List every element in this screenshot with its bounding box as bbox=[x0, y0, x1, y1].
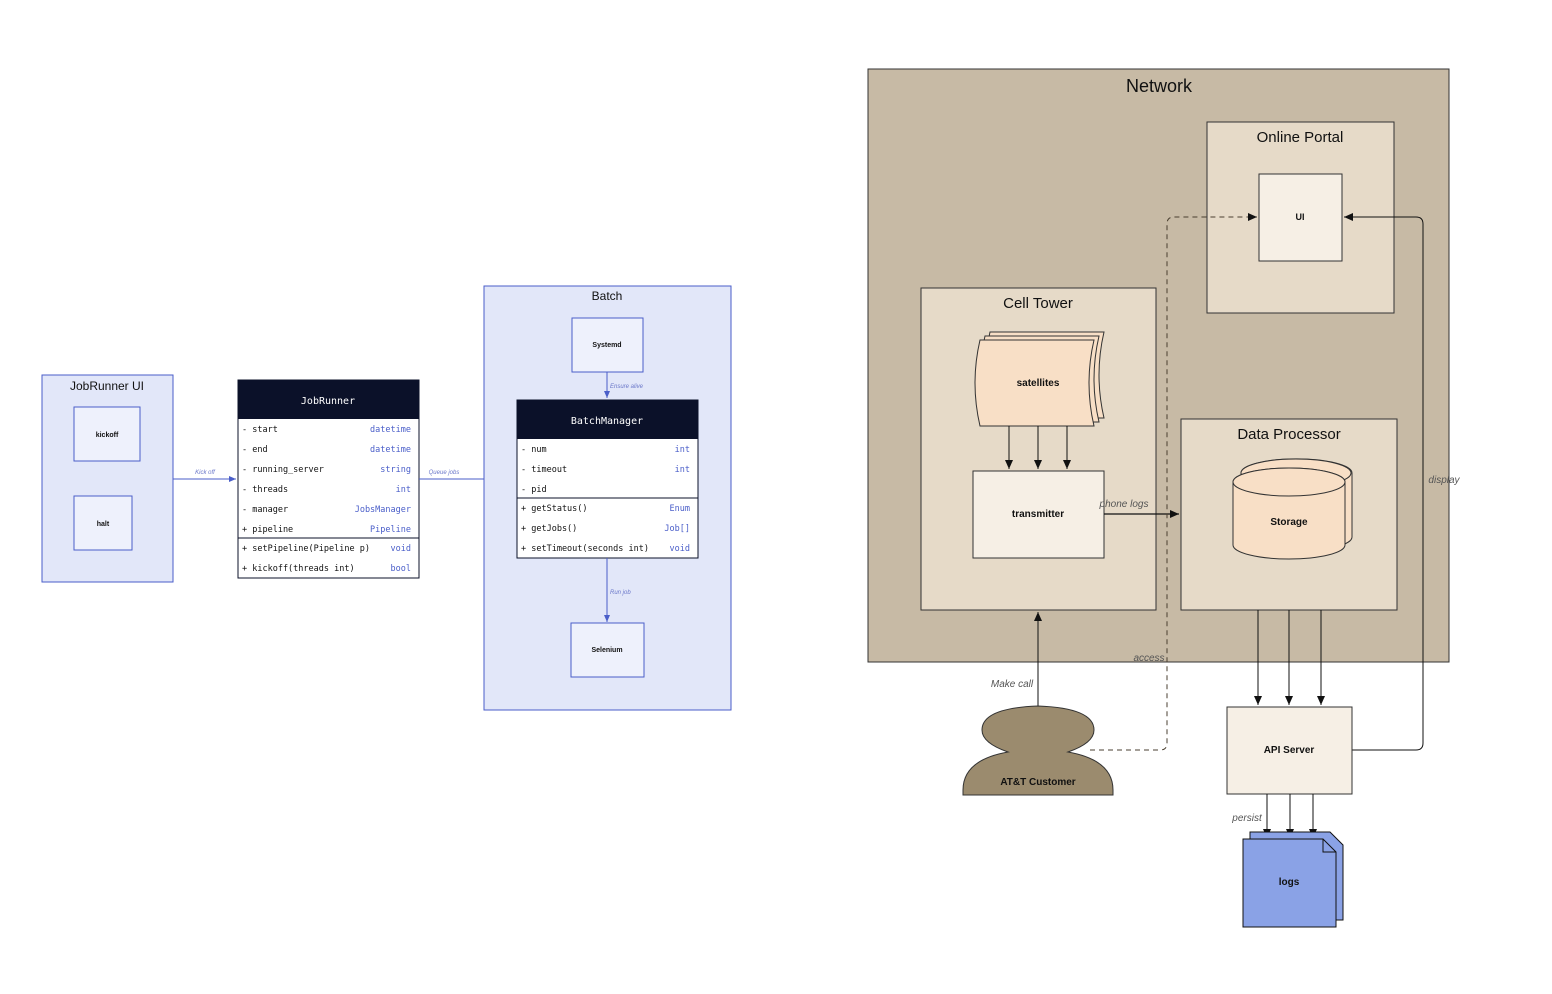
batchmanager-title: BatchManager bbox=[571, 416, 643, 427]
field-row: - pid bbox=[521, 485, 547, 495]
field-name: - end bbox=[242, 445, 268, 455]
api-server-label: API Server bbox=[1264, 745, 1315, 756]
field-type: int bbox=[675, 465, 690, 475]
edge-kick-off: Kick off bbox=[173, 470, 236, 482]
systemd-label: Systemd bbox=[592, 342, 621, 349]
halt-node[interactable]: halt bbox=[73, 495, 133, 551]
field-type: datetime bbox=[370, 445, 411, 455]
method-type: Enum bbox=[670, 504, 690, 514]
field-name: - start bbox=[242, 425, 278, 435]
api-server-node[interactable]: API Server bbox=[1226, 706, 1353, 795]
transmitter-node[interactable]: transmitter bbox=[972, 470, 1105, 559]
jobrunner-title: JobRunner bbox=[301, 396, 355, 407]
method-type: Job[] bbox=[664, 524, 690, 534]
persist-label: persist bbox=[1231, 813, 1263, 824]
cell-tower-container[interactable]: Cell Tower satellites transmitter bbox=[920, 287, 1157, 611]
diagram-canvas: JobRunner UI kickoff halt Kick off JobRu… bbox=[41, 68, 1461, 928]
batchmanager-class[interactable]: BatchManager - num int - timeout int - pid + … bbox=[516, 399, 699, 559]
display-label: display bbox=[1428, 475, 1460, 486]
halt-label: halt bbox=[97, 521, 110, 528]
selenium-node[interactable]: Selenium bbox=[570, 622, 645, 678]
method-type: void bbox=[670, 544, 690, 554]
jobrunner-ui-container[interactable]: JobRunner UI kickoff halt bbox=[41, 374, 174, 583]
field-name: - timeout bbox=[521, 465, 567, 475]
field-name: - manager bbox=[242, 505, 288, 515]
method-name: + kickoff(threads int) bbox=[242, 564, 355, 574]
network-title: Network bbox=[1126, 76, 1193, 96]
ui-label: UI bbox=[1296, 212, 1305, 222]
satellites-node[interactable]: satellites bbox=[974, 331, 1105, 427]
kick-off-label: Kick off bbox=[195, 470, 216, 476]
storage-node[interactable]: Storage bbox=[1232, 458, 1353, 560]
logs-node[interactable]: logs bbox=[1242, 831, 1344, 928]
field-type: datetime bbox=[370, 425, 411, 435]
phone-logs-label: phone logs bbox=[1099, 499, 1149, 510]
logs-label: logs bbox=[1279, 877, 1300, 888]
ensure-alive-label: Ensure alive bbox=[610, 384, 644, 390]
selenium-label: Selenium bbox=[591, 647, 622, 654]
batch-container[interactable]: Batch Systemd Ensure alive BatchManager … bbox=[483, 285, 732, 711]
method-name: + getStatus() bbox=[521, 504, 588, 514]
kickoff-label: kickoff bbox=[96, 432, 119, 439]
ui-node[interactable]: UI bbox=[1258, 173, 1343, 262]
edge-persist: persist bbox=[1231, 794, 1317, 838]
field-type: int bbox=[675, 445, 690, 455]
batch-title: Batch bbox=[592, 289, 623, 303]
make-call-label: Make call bbox=[991, 679, 1034, 690]
systemd-node[interactable]: Systemd bbox=[571, 317, 644, 373]
kickoff-node[interactable]: kickoff bbox=[73, 406, 141, 462]
field-name: - pid bbox=[521, 485, 547, 495]
method-name: + getJobs() bbox=[521, 524, 577, 534]
access-label: access bbox=[1133, 653, 1164, 664]
field-type: string bbox=[380, 465, 411, 475]
jobrunner-ui-title: JobRunner UI bbox=[70, 379, 144, 393]
customer-label: AT&T Customer bbox=[1000, 777, 1075, 788]
satellites-label: satellites bbox=[1017, 378, 1060, 389]
method-name: + setTimeout(seconds int) bbox=[521, 544, 649, 554]
field-type: int bbox=[396, 485, 411, 495]
field-name: - threads bbox=[242, 485, 288, 495]
field-name: + pipeline bbox=[242, 525, 293, 535]
method-type: bool bbox=[391, 564, 411, 574]
data-processor-title: Data Processor bbox=[1237, 426, 1340, 443]
field-type: JobsManager bbox=[355, 505, 411, 515]
queue-jobs-label: Queue jobs bbox=[429, 470, 460, 476]
data-processor-container[interactable]: Data Processor Storage bbox=[1180, 418, 1398, 611]
jobrunner-class[interactable]: JobRunner - start datetime - end datetime - … bbox=[237, 379, 420, 579]
storage-label: Storage bbox=[1270, 517, 1308, 528]
online-portal-title: Online Portal bbox=[1257, 129, 1344, 146]
run-job-label: Run job bbox=[610, 590, 631, 596]
field-type: Pipeline bbox=[370, 525, 411, 535]
field-name: - running_server bbox=[242, 465, 324, 475]
cell-tower-title: Cell Tower bbox=[1003, 295, 1073, 312]
field-name: - num bbox=[521, 445, 547, 455]
method-type: void bbox=[391, 544, 411, 554]
method-name: + setPipeline(Pipeline p) bbox=[242, 544, 370, 554]
transmitter-label: transmitter bbox=[1012, 509, 1064, 520]
